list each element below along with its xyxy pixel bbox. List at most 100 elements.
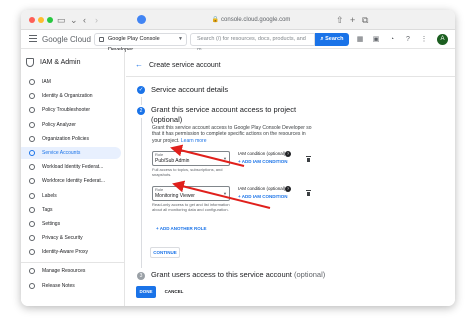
sidebar-item[interactable]: Manage Resources [21,265,124,277]
help-icon[interactable]: ? [285,151,291,157]
help-icon[interactable]: ? [285,186,291,192]
delete-icon[interactable] [306,190,311,196]
nav-item-icon [29,268,35,274]
left-nav: IAM & Admin IAM Identity & Organization Po… [21,50,125,306]
nav-item-icon [29,79,35,85]
main-content: ← Create service account ✓ Service accou… [126,50,455,306]
console-topbar: Google Cloud Google Play Console Develop… [21,30,455,53]
sidebar-item[interactable]: Privacy & Security [21,232,124,244]
role-select-2[interactable]: Role Monitoring Viewer ▼ [152,186,230,201]
role-helper-1: Full access to topics, subscriptions, an… [152,167,223,178]
menu-icon[interactable] [29,35,37,42]
delete-icon[interactable] [306,156,311,162]
gift-icon[interactable]: ▦ [355,34,365,45]
more-options-icon[interactable]: ⋮ [419,34,429,45]
step3-subtitle: (optional) [294,270,326,279]
sidebar-item-label: Release Notes [42,283,75,289]
sidebar-item[interactable]: Settings [21,218,124,230]
nav-header: IAM & Admin [26,56,122,70]
check-icon: ✓ [137,86,145,94]
sidebar-item[interactable]: IAM [21,76,124,88]
sidebar-toggle-icon[interactable]: ▭ [57,14,66,26]
nav-item-icon [29,150,35,156]
nav-item-icon [29,221,35,227]
sidebar-item[interactable]: Workload Identity Federat... [21,161,124,173]
cancel-button[interactable]: CANCEL [163,286,185,298]
step2-number: 2 [137,107,145,115]
sidebar-item-label: Settings [42,221,61,227]
browser-chrome: ▭ ⌄ ‹ › 🔒 console.cloud.google.com ⇧ + ⧉ [21,10,455,30]
nav-title: IAM & Admin [40,59,81,66]
google-cloud-logo[interactable]: Google Cloud [42,34,91,45]
maximize-window-button[interactable] [47,17,53,23]
sidebar-item-label: Labels [42,192,57,199]
search-input[interactable]: Search (/) for resources, docs, products… [190,33,315,53]
avatar[interactable]: A [437,34,448,45]
sidebar-item[interactable]: Policy Troubleshooter [21,104,124,116]
sidebar-item-label: Workforce Identity Federat... [42,178,105,185]
chevron-down-icon[interactable]: ⌄ [70,14,78,26]
sidebar-item-label: Identity & Organization [42,93,93,100]
new-tab-icon[interactable]: + [350,14,355,26]
nav-item-icon [29,192,35,199]
continue-button[interactable]: CONTINUE [150,247,180,258]
step-connector [141,97,142,105]
sidebar-item[interactable]: Workforce Identity Federat... [21,175,124,187]
step2-description-text: Grant this service account access to Goo… [152,125,312,144]
help-icon[interactable]: ? [403,34,413,45]
back-nav-icon[interactable]: ‹ [83,14,86,26]
sidebar-item[interactable]: Release Notes [21,280,124,292]
tabs-overview-icon[interactable]: ⧉ [362,14,368,26]
step1-title[interactable]: Service account details [151,85,228,95]
address-bar[interactable]: 🔒 console.cloud.google.com [191,14,311,26]
step3-title[interactable]: Grant users access to this service accou… [151,270,325,280]
add-condition-link-1[interactable]: + ADD IAM CONDITION [238,159,287,165]
close-window-button[interactable] [29,17,35,23]
sidebar-item[interactable]: Tags [21,204,124,216]
sidebar-item[interactable]: Organization Policies [21,133,124,145]
sidebar-item-label: Identity-Aware Proxy [42,249,89,256]
back-arrow-icon[interactable]: ← [135,60,143,69]
role-select-1[interactable]: Role Pub/Sub Admin ▼ [152,151,230,166]
learn-more-link[interactable]: Learn more [181,138,207,144]
nav-item-icon [29,283,35,289]
browser-window: ▭ ⌄ ‹ › 🔒 console.cloud.google.com ⇧ + ⧉ … [21,10,455,306]
sidebar-item-label: Workload Identity Federat... [42,164,104,171]
sidebar-item[interactable]: Service Accounts [21,147,121,159]
search-button-label: Search [325,36,344,42]
nav-divider [21,262,124,263]
role-value: Monitoring Viewer [155,193,195,199]
forward-nav-icon[interactable]: › [95,14,98,26]
project-selector[interactable]: Google Play Console Developer ▼ [94,33,187,53]
role-helper-2: Read-only access to get and list informa… [152,202,230,213]
notifications-icon[interactable]: ◔ [387,34,397,45]
step2-description: Grant this service account access to Goo… [152,125,314,144]
share-icon[interactable]: ⇧ [336,14,344,26]
step3-title-text: Grant users access to this service accou… [151,270,292,279]
role-value: Pub/Sub Admin [155,158,190,164]
nav-item-icon [29,206,35,213]
add-condition-link-2[interactable]: + ADD IAM CONDITION [238,194,287,200]
sidebar-item[interactable]: Identity-Aware Proxy [21,246,124,258]
sidebar-item[interactable]: Labels [21,190,124,202]
sidebar-item-label: Service Accounts [42,150,81,156]
sidebar-item[interactable]: Identity & Organization [21,90,124,102]
done-button[interactable]: DONE [136,286,156,298]
nav-item-icon [29,249,35,256]
nav-item-icon [29,93,35,100]
condition-label-2: IAM condition (optional) [238,186,286,191]
condition-label-1: IAM condition (optional) [238,151,286,156]
sidebar-item[interactable]: Policy Analyzer [21,119,124,131]
step-connector [141,118,142,268]
search-button[interactable]: ⌕ Search [315,33,349,46]
project-icon [99,37,104,42]
add-another-role-link[interactable]: + ADD ANOTHER ROLE [156,226,207,232]
step2-subtitle: (optional) [151,115,183,124]
tab-favicon-icon[interactable] [137,15,146,24]
cloud-shell-icon[interactable]: ▣ [371,34,381,45]
chevron-down-icon: ▼ [223,156,227,161]
nav-item-icon [29,235,35,242]
minimize-window-button[interactable] [38,17,44,23]
nav-item-icon [29,107,35,114]
lock-icon: 🔒 [211,17,220,23]
